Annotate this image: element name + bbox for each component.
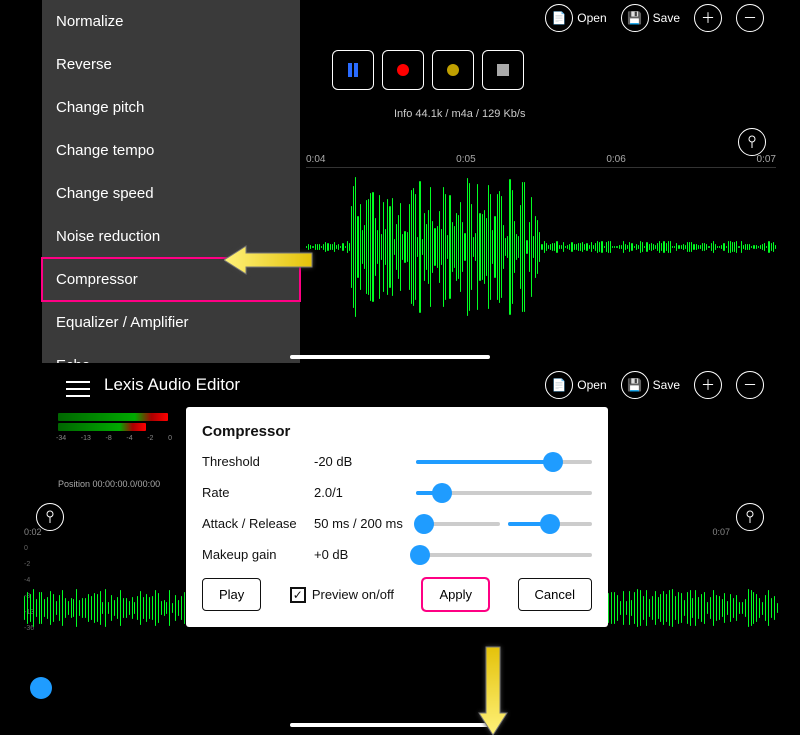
threshold-label: Threshold <box>202 454 314 469</box>
open-button[interactable]: 📄 <box>545 371 573 399</box>
file-open-icon: 📄 <box>552 378 567 392</box>
menu-item-reverse[interactable]: Reverse <box>42 43 300 86</box>
menu-item-change-speed[interactable]: Change speed <box>42 172 300 215</box>
pin-marker-right[interactable] <box>736 503 764 531</box>
zoom-in-button[interactable]: ＋ <box>694 371 722 399</box>
transport-controls <box>332 50 524 90</box>
tick: 0:07 <box>757 154 776 165</box>
tick: 0:05 <box>456 154 475 165</box>
pin-marker-right[interactable] <box>738 128 766 156</box>
toolbar: 📄 Open 💾 Save ＋ － <box>545 4 764 32</box>
menu-item-normalize[interactable]: Normalize <box>42 0 300 43</box>
threshold-value: -20 dB <box>314 454 416 469</box>
attack-slider[interactable] <box>416 522 500 526</box>
app-title: Lexis Audio Editor <box>104 375 240 395</box>
apply-button[interactable]: Apply <box>422 578 489 611</box>
makeup-gain-value: +0 dB <box>314 547 416 562</box>
zoom-in-icon: ＋ <box>701 375 715 395</box>
waveform-display[interactable] <box>306 172 776 322</box>
time-tick: 0:07 <box>712 527 730 537</box>
level-meter <box>58 413 168 433</box>
zoom-out-icon: － <box>743 375 757 395</box>
menu-item-equalizer-amplifier[interactable]: Equalizer / Amplifier <box>42 301 300 344</box>
rate-label: Rate <box>202 485 314 500</box>
zoom-out-icon: － <box>743 8 757 28</box>
makeup-gain-slider[interactable] <box>416 553 592 557</box>
playhead-position: Position 00:00:00.0/00:00 <box>58 479 160 489</box>
attack-release-value: 50 ms / 200 ms <box>314 516 416 531</box>
save-icon: 💾 <box>627 11 642 25</box>
time-axis: 0:04 0:05 0:06 0:07 <box>306 154 776 168</box>
open-label: Open <box>577 11 606 25</box>
scrub-handle[interactable] <box>30 677 52 699</box>
time-tick: 0:02 <box>24 527 42 537</box>
makeup-gain-label: Makeup gain <box>202 547 314 562</box>
attack-release-label: Attack / Release <box>202 516 314 531</box>
menu-item-change-pitch[interactable]: Change pitch <box>42 86 300 129</box>
home-indicator <box>290 355 490 359</box>
pin-icon <box>44 510 56 524</box>
home-indicator <box>290 723 490 727</box>
zoom-out-button[interactable]: － <box>736 371 764 399</box>
callout-arrow-menu <box>224 240 314 280</box>
release-slider[interactable] <box>508 522 592 526</box>
toolbar: 📄 Open 💾 Save ＋ － <box>545 371 764 399</box>
file-info: Info 44.1k / m4a / 129 Kb/s <box>394 108 525 120</box>
preview-label: Preview on/off <box>312 587 394 602</box>
effects-menu: Normalize Reverse Change pitch Change te… <box>42 0 300 387</box>
cancel-button[interactable]: Cancel <box>518 578 592 611</box>
open-label: Open <box>577 378 606 392</box>
pause-button[interactable] <box>332 50 374 90</box>
play-marker-button[interactable] <box>432 50 474 90</box>
record-button[interactable] <box>382 50 424 90</box>
tick: 0:04 <box>306 154 325 165</box>
menu-item-change-tempo[interactable]: Change tempo <box>42 129 300 172</box>
save-icon: 💾 <box>627 378 642 392</box>
pin-icon <box>746 135 758 149</box>
checkbox-icon: ✓ <box>290 587 306 603</box>
zoom-in-button[interactable]: ＋ <box>694 4 722 32</box>
meter-labels: -34-13-8-4-20 <box>56 435 172 442</box>
play-button[interactable]: Play <box>202 578 261 611</box>
tick: 0:06 <box>606 154 625 165</box>
threshold-slider[interactable] <box>416 460 592 464</box>
compressor-dialog: Compressor Threshold -20 dB Rate 2.0/1 A… <box>186 407 608 627</box>
save-button[interactable]: 💾 <box>621 4 649 32</box>
stop-button[interactable] <box>482 50 524 90</box>
save-button[interactable]: 💾 <box>621 371 649 399</box>
dialog-title: Compressor <box>202 423 592 440</box>
callout-arrow-apply <box>473 645 513 735</box>
screenshot-top: Normalize Reverse Change pitch Change te… <box>0 0 800 363</box>
rate-slider[interactable] <box>416 491 592 495</box>
zoom-in-icon: ＋ <box>701 8 715 28</box>
zoom-out-button[interactable]: － <box>736 4 764 32</box>
save-label: Save <box>653 378 680 392</box>
menu-button[interactable] <box>66 376 90 402</box>
file-open-icon: 📄 <box>552 11 567 25</box>
open-button[interactable]: 📄 <box>545 4 573 32</box>
save-label: Save <box>653 11 680 25</box>
preview-toggle[interactable]: ✓ Preview on/off <box>290 587 394 603</box>
rate-value: 2.0/1 <box>314 485 416 500</box>
pin-icon <box>744 510 756 524</box>
